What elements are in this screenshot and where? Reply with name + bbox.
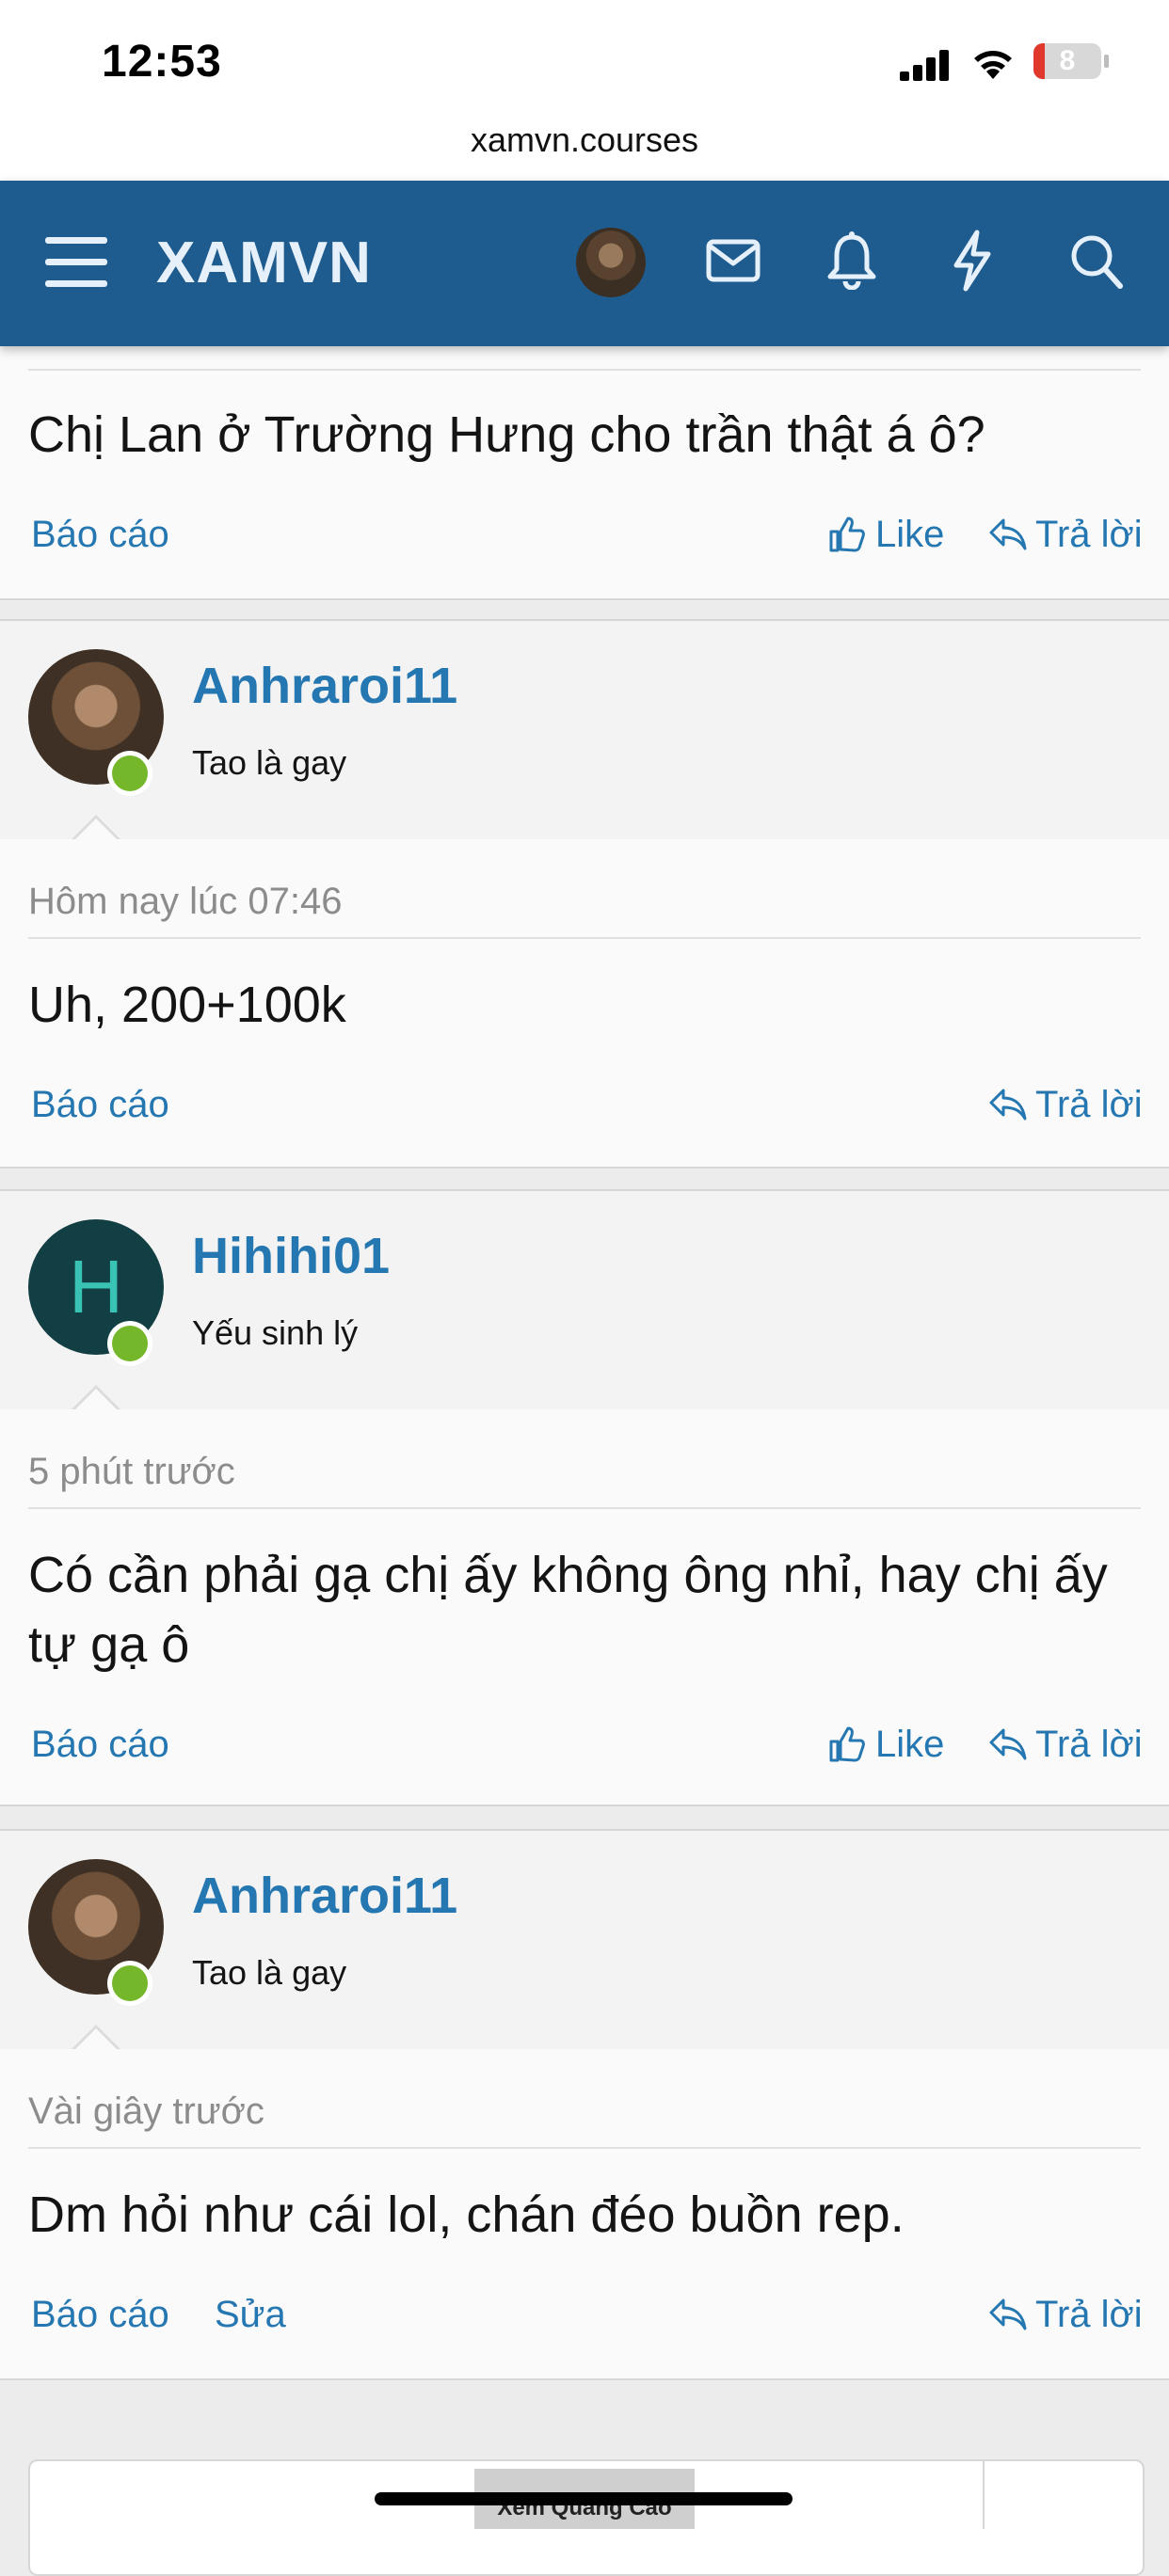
- username[interactable]: Anhraroi11: [192, 657, 457, 715]
- cellular-signal-icon: [900, 50, 949, 81]
- online-status-icon: [107, 1321, 152, 1366]
- status-time: 12:53: [102, 37, 222, 87]
- user-title: Yếu sinh lý: [192, 1313, 359, 1352]
- post-arrow-inner: [73, 1389, 119, 1411]
- browser-url[interactable]: xamvn.courses: [0, 120, 1169, 160]
- post-message-line-2: tự gạ ô: [28, 1616, 190, 1673]
- bell-icon[interactable]: [826, 231, 877, 290]
- user-avatar[interactable]: [576, 228, 646, 297]
- home-indicator[interactable]: [375, 2492, 793, 2505]
- reply-icon[interactable]: [988, 2298, 1028, 2331]
- like-thumb-icon[interactable]: [828, 516, 866, 553]
- post-divider: [28, 369, 1141, 371]
- online-status-icon: [107, 751, 152, 796]
- post-date[interactable]: 5 phút trước: [28, 1451, 235, 1493]
- post-partial: [0, 346, 1169, 600]
- username[interactable]: Anhraroi11: [192, 1867, 457, 1925]
- reply-icon[interactable]: [988, 1727, 1028, 1761]
- reply-link[interactable]: Trả lời: [1035, 1084, 1143, 1126]
- like-link[interactable]: Like: [875, 1724, 944, 1766]
- battery-tip: [1104, 55, 1109, 68]
- report-link[interactable]: Báo cáo: [31, 1084, 169, 1126]
- like-thumb-icon[interactable]: [828, 1725, 866, 1763]
- online-status-icon: [107, 1961, 152, 2006]
- post-user-bar: [0, 1829, 1169, 2053]
- post-divider: [28, 1507, 1141, 1509]
- post-divider: [28, 2147, 1141, 2149]
- reply-link[interactable]: Trả lời: [1035, 1724, 1143, 1766]
- report-link[interactable]: Báo cáo: [31, 514, 169, 556]
- post-message-line-1: Có cần phải gạ chị ấy không ông nhỉ, hay…: [28, 1547, 1108, 1603]
- post-user-bar: [0, 1189, 1169, 1413]
- post-message: Uh, 200+100k: [28, 977, 346, 1033]
- reply-icon[interactable]: [988, 517, 1028, 551]
- username[interactable]: Hihihi01: [192, 1227, 390, 1285]
- edit-link[interactable]: Sửa: [215, 2294, 286, 2336]
- reply-link[interactable]: Trả lời: [1035, 2294, 1143, 2336]
- user-title: Tao là gay: [192, 743, 347, 782]
- whats-new-lightning-icon[interactable]: [951, 230, 994, 292]
- report-link[interactable]: Báo cáo: [31, 1724, 169, 1766]
- post-date[interactable]: Vài giây trước: [28, 2091, 264, 2133]
- report-link[interactable]: Báo cáo: [31, 2294, 169, 2336]
- post-arrow-inner: [73, 2028, 119, 2051]
- like-link[interactable]: Like: [875, 514, 944, 556]
- post-message: Dm hỏi như cái lol, chán đéo buồn rep.: [28, 2186, 905, 2243]
- post-message: Chị Lan ở Trường Hưng cho trần thật á ô?: [28, 406, 985, 463]
- reply-icon[interactable]: [988, 1088, 1028, 1121]
- post-divider: [28, 937, 1141, 939]
- ad-divider: [983, 2461, 985, 2529]
- battery-icon: 8: [1033, 43, 1101, 79]
- inbox-icon[interactable]: [706, 239, 761, 282]
- user-title: Tao là gay: [192, 1953, 347, 1992]
- post-arrow-inner: [73, 819, 119, 841]
- post-user-bar: [0, 619, 1169, 843]
- site-logo[interactable]: XAMVN: [156, 230, 372, 296]
- wifi-icon: [974, 51, 1012, 79]
- post-date[interactable]: Hôm nay lúc 07:46: [28, 881, 343, 923]
- menu-icon[interactable]: [45, 235, 107, 288]
- search-icon[interactable]: [1069, 233, 1124, 290]
- battery-level: 8: [1059, 45, 1076, 76]
- reply-link[interactable]: Trả lời: [1035, 514, 1143, 556]
